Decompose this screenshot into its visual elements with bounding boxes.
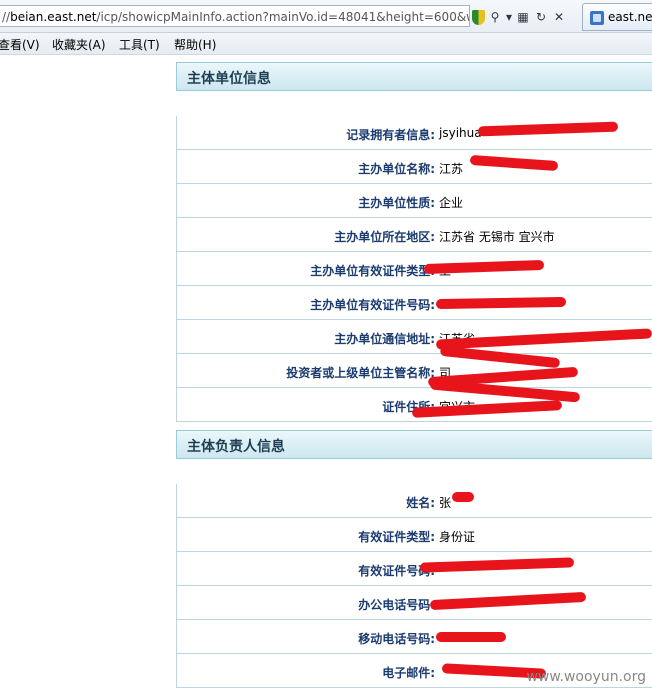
- row-label: 移动电话号码:: [358, 632, 435, 646]
- person-section-header: 主体负责人信息: [176, 430, 652, 459]
- row-label: 姓名:: [406, 496, 435, 510]
- refresh-icon[interactable]: ↻: [533, 9, 549, 25]
- tab-title: east.net: [608, 10, 652, 24]
- dropdown-icon[interactable]: ▾: [505, 9, 513, 25]
- table-row: 主办单位性质: 企业: [177, 184, 652, 218]
- table-row: 主办单位有效证件类型: 工: [177, 252, 652, 286]
- row-value: 企业: [439, 196, 464, 210]
- row-value: 江苏省 无锡市 宜兴市: [439, 230, 555, 244]
- org-info-table: 记录拥有者信息: jsyihua 主办单位名称: 江苏 主办单位性质: 企业 主…: [176, 116, 652, 422]
- row-value: jsyihua: [439, 126, 482, 140]
- url-prefix: //: [2, 10, 11, 24]
- row-label: 主办单位名称:: [358, 162, 435, 176]
- row-label: 办公电话号码:: [358, 598, 435, 612]
- url-host: beian.east.net: [10, 10, 97, 24]
- address-bar: //beian.east.net/icp/showicpMainInfo.act…: [0, 0, 652, 33]
- org-section-header: 主体单位信息: [176, 62, 652, 91]
- watermark: www.wooyun.org: [526, 669, 646, 685]
- menu-view[interactable]: 查看(V): [0, 36, 40, 53]
- menu-bar: 查看(V) 收藏夹(A) 工具(T) 帮助(H): [0, 33, 652, 55]
- search-icon[interactable]: ⚲: [487, 9, 503, 25]
- menu-help[interactable]: 帮助(H): [174, 36, 216, 53]
- row-label: 主办单位有效证件类型:: [310, 264, 435, 278]
- row-label: 有效证件类型:: [358, 530, 435, 544]
- row-label: 电子邮件:: [382, 666, 435, 680]
- table-row: 投资者或上级单位主管名称: 司: [177, 354, 652, 388]
- row-label: 主办单位有效证件号码:: [310, 298, 435, 312]
- table-row: 姓名: 张: [177, 484, 652, 518]
- table-row: 主办单位有效证件号码:: [177, 286, 652, 320]
- row-label: 主办单位所在地区:: [334, 230, 435, 244]
- close-icon[interactable]: ✕: [551, 9, 567, 25]
- row-value: 江苏: [439, 162, 464, 176]
- menu-favorites[interactable]: 收藏夹(A): [52, 36, 106, 53]
- url-field[interactable]: //beian.east.net/icp/showicpMainInfo.act…: [0, 5, 470, 27]
- person-section-title: 主体负责人信息: [187, 439, 285, 455]
- table-row: 主办单位所在地区: 江苏省 无锡市 宜兴市: [177, 218, 652, 252]
- table-row: 办公电话号码:: [177, 586, 652, 620]
- browser-tab[interactable]: east.net: [582, 3, 652, 31]
- row-label: 记录拥有者信息:: [346, 128, 435, 142]
- row-label: 投资者或上级单位主管名称:: [286, 366, 435, 380]
- favicon-icon: [590, 11, 604, 25]
- table-row: 有效证件类型: 身份证: [177, 518, 652, 552]
- table-row: 移动电话号码:: [177, 620, 652, 654]
- row-value: 张: [439, 496, 452, 510]
- url-path: /icp/showicpMainInfo.action?mainVo.id=48…: [96, 10, 470, 24]
- table-row: 有效证件号码:: [177, 552, 652, 586]
- table-row: 记录拥有者信息: jsyihua: [177, 116, 652, 150]
- person-info-table: 姓名: 张 有效证件类型: 身份证 有效证件号码: 办公电话号码: 移动电话号码…: [176, 484, 652, 688]
- row-label: 主办单位性质:: [358, 196, 435, 210]
- org-section-title: 主体单位信息: [187, 71, 271, 87]
- menu-tools[interactable]: 工具(T): [119, 36, 160, 53]
- row-value: 身份证: [439, 530, 476, 544]
- compatibility-icon[interactable]: ▦: [515, 9, 531, 25]
- table-row: 主办单位名称: 江苏: [177, 150, 652, 184]
- row-label: 主办单位通信地址:: [334, 332, 435, 346]
- security-shield-icon[interactable]: [472, 9, 485, 25]
